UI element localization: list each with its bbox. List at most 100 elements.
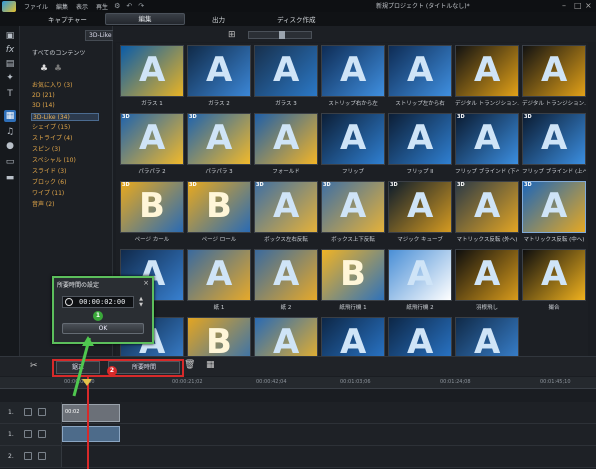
menu-play[interactable]: 再生: [96, 2, 108, 11]
category-item[interactable]: ストライプ (4): [32, 135, 72, 143]
category-item-selected[interactable]: 3D-Like (34): [31, 113, 99, 121]
transition-thumbnail[interactable]: A: [388, 113, 452, 165]
transition-item[interactable]: A ガラス 2: [187, 45, 251, 111]
transition-thumbnail[interactable]: A: [120, 45, 184, 97]
fx-room-icon[interactable]: fx: [4, 44, 16, 56]
transition-thumbnail[interactable]: A 3D: [120, 113, 184, 165]
menu-view[interactable]: 表示: [76, 2, 88, 11]
transition-thumbnail[interactable]: A 3D: [187, 113, 251, 165]
transition-thumbnail[interactable]: A 3D: [522, 113, 586, 165]
tab-edit[interactable]: 編集: [105, 13, 185, 25]
tab-disc[interactable]: ディスク作成: [277, 14, 316, 24]
transition-thumbnail[interactable]: A: [388, 249, 452, 301]
timecode-spinner[interactable]: ▲ ▼: [136, 296, 146, 308]
category-item[interactable]: お気に入り (3): [32, 82, 72, 90]
transition-thumbnail[interactable]: A: [522, 45, 586, 97]
transition-thumbnail[interactable]: A: [388, 45, 452, 97]
transition-thumbnail[interactable]: B 3D: [187, 181, 251, 233]
close-icon[interactable]: ×: [585, 1, 592, 10]
transition-item[interactable]: A フォールド: [254, 113, 318, 179]
transition-item[interactable]: A 3D マトリックス反転 (中へ): [522, 181, 586, 247]
tab-produce[interactable]: 出力: [212, 14, 225, 24]
transition-item[interactable]: A 羽根飛し: [455, 249, 519, 315]
audio-mix-icon[interactable]: ♫: [4, 126, 16, 138]
pip-room-icon[interactable]: ▤: [4, 58, 16, 70]
dialog-close-icon[interactable]: ×: [143, 279, 149, 287]
media-room-icon[interactable]: ▣: [4, 30, 16, 42]
transition-item[interactable]: A フリップ: [321, 113, 385, 179]
redo-icon[interactable]: ↷: [138, 2, 144, 10]
transition-item[interactable]: B 3D ページ ロール: [187, 181, 251, 247]
transition-thumbnail[interactable]: A: [455, 45, 519, 97]
particle-room-icon[interactable]: ✦: [4, 72, 16, 84]
lock-icon[interactable]: [38, 452, 46, 460]
transition-thumbnail[interactable]: A 3D: [254, 181, 318, 233]
category-item[interactable]: ブロック (6): [32, 179, 66, 187]
transition-item[interactable]: A: [254, 317, 318, 356]
transition-thumbnail[interactable]: A: [388, 317, 452, 356]
checkbox-icon[interactable]: [24, 430, 32, 438]
duration-button[interactable]: 所要時間: [108, 361, 180, 374]
category-item[interactable]: シェイプ (15): [32, 124, 70, 132]
transition-item[interactable]: A: [321, 317, 385, 356]
delete-icon[interactable]: 🗑: [184, 360, 195, 370]
transition-item[interactable]: A 紙 1: [187, 249, 251, 315]
tab-capture[interactable]: キャプチャー: [48, 14, 87, 24]
transition-item[interactable]: A 3D ボックス上下反転: [321, 181, 385, 247]
playhead[interactable]: [87, 377, 89, 469]
grid-view-icon[interactable]: ⊞: [228, 30, 238, 40]
transition-item[interactable]: A 3D マトリックス反転 (外へ): [455, 181, 519, 247]
transition-item[interactable]: B 紙飛行機 1: [321, 249, 385, 315]
slider-knob[interactable]: [279, 31, 285, 39]
maximize-icon[interactable]: □: [574, 1, 582, 10]
transition-item[interactable]: A: [388, 317, 452, 356]
transition-thumbnail[interactable]: A: [187, 249, 251, 301]
transition-item[interactable]: A デジタル トランジション…: [522, 45, 586, 111]
transition-thumbnail[interactable]: B 3D: [120, 181, 184, 233]
all-content-label[interactable]: すべてのコンテンツ: [32, 48, 85, 57]
tag-remove-icon[interactable]: ♣: [54, 64, 62, 74]
transition-room-icon[interactable]: ▦: [4, 110, 16, 122]
transition-item[interactable]: A 紙飛行機 2: [388, 249, 452, 315]
transition-thumbnail[interactable]: A: [455, 249, 519, 301]
audio-clip[interactable]: [62, 426, 120, 442]
transition-item[interactable]: A デジタル トランジション…: [455, 45, 519, 111]
voice-icon[interactable]: ●: [4, 140, 16, 152]
category-item[interactable]: スペシャル (10): [32, 157, 76, 165]
title-room-icon[interactable]: T: [4, 88, 16, 100]
transition-thumbnail[interactable]: A: [321, 45, 385, 97]
ok-button[interactable]: OK: [62, 323, 144, 334]
transition-item[interactable]: A 撮合: [522, 249, 586, 315]
transition-thumbnail[interactable]: A: [321, 317, 385, 356]
transition-thumbnail[interactable]: A: [187, 45, 251, 97]
transition-thumbnail[interactable]: A: [455, 317, 519, 356]
transition-item[interactable]: A 3D ボックス左右反転: [254, 181, 318, 247]
video-track-2[interactable]: 2.: [0, 446, 596, 468]
transition-item[interactable]: B 3D ページ カール: [120, 181, 184, 247]
video-clip[interactable]: 00:02: [62, 404, 120, 422]
category-item[interactable]: スライド (3): [32, 168, 66, 176]
transition-thumbnail[interactable]: A 3D: [388, 181, 452, 233]
menu-file[interactable]: ファイル: [24, 2, 48, 11]
minimize-icon[interactable]: –: [562, 1, 566, 10]
transition-item[interactable]: A ガラス 1: [120, 45, 184, 111]
storyboard-icon[interactable]: ▦: [206, 360, 215, 370]
transition-item[interactable]: A: [455, 317, 519, 356]
transition-thumbnail[interactable]: A 3D: [455, 181, 519, 233]
category-item[interactable]: 2D (21): [32, 92, 55, 100]
transition-thumbnail[interactable]: B: [321, 249, 385, 301]
transition-thumbnail[interactable]: A 3D: [455, 113, 519, 165]
transition-item[interactable]: A ストリップ左から右: [388, 45, 452, 111]
checkbox-icon[interactable]: [24, 408, 32, 416]
lock-icon[interactable]: [38, 408, 46, 416]
transition-thumbnail[interactable]: A 3D: [522, 181, 586, 233]
thumbnail-size-slider[interactable]: [248, 31, 312, 39]
transition-item[interactable]: A 3D パラパラ 2: [120, 113, 184, 179]
transition-thumbnail[interactable]: A: [254, 113, 318, 165]
tag-icon[interactable]: ♣: [40, 64, 48, 74]
transition-item[interactable]: A 3D フリップ ブラインド (下へ): [455, 113, 519, 179]
transition-thumbnail[interactable]: A: [254, 317, 318, 356]
transition-item[interactable]: A 3D フリップ ブラインド (上へ): [522, 113, 586, 179]
transition-thumbnail[interactable]: B: [187, 317, 251, 356]
transition-item[interactable]: A フリップ II: [388, 113, 452, 179]
